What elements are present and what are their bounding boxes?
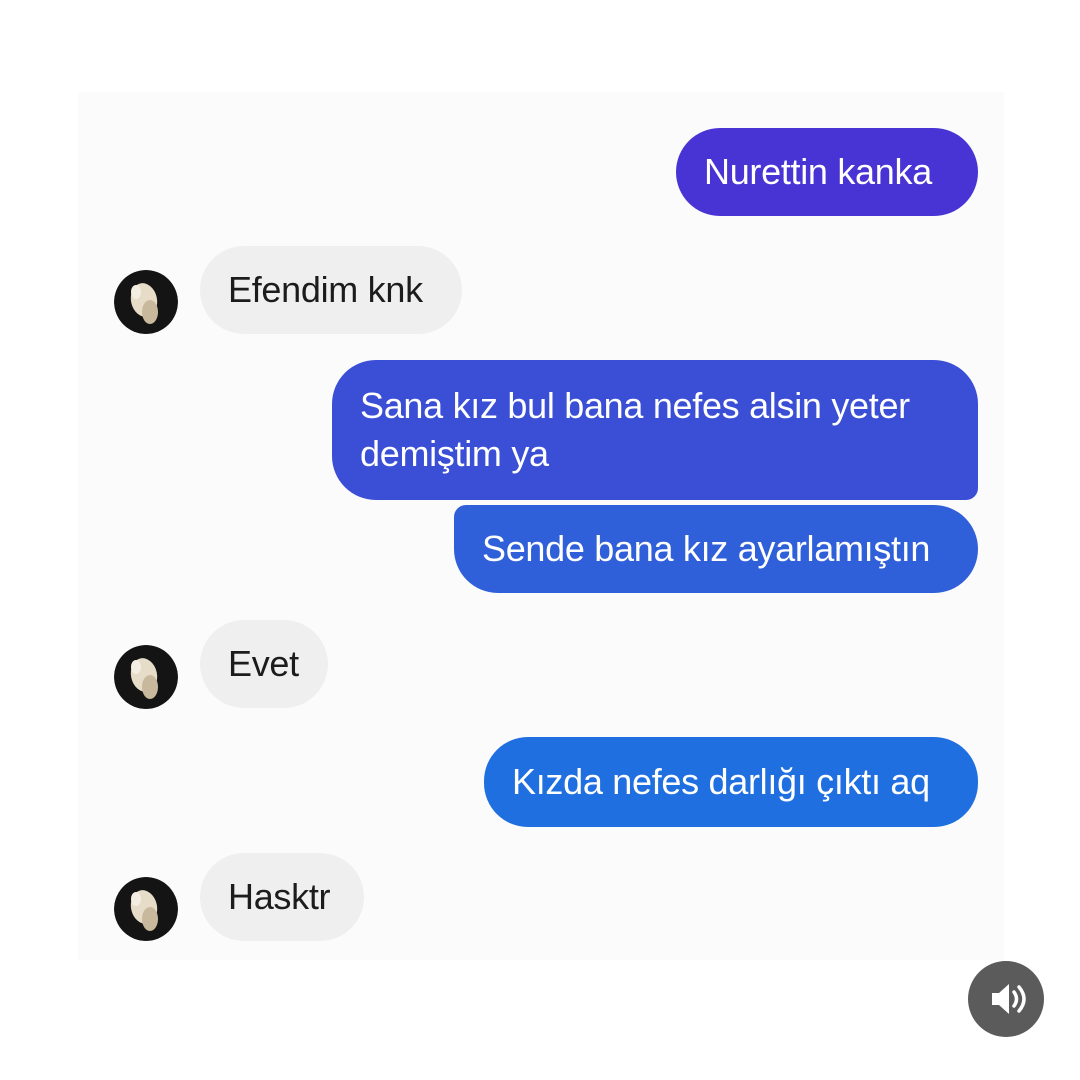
- avatar-image: [114, 877, 178, 941]
- message-text: Kızda nefes darlığı çıktı aq: [512, 761, 930, 802]
- sent-message-bubble[interactable]: Kızda nefes darlığı çıktı aq: [484, 737, 978, 827]
- message-text: Nurettin kanka: [704, 151, 932, 192]
- contact-avatar[interactable]: [114, 877, 178, 941]
- received-message-bubble[interactable]: Evet: [200, 620, 328, 708]
- contact-avatar[interactable]: [114, 270, 178, 334]
- message-text: Evet: [228, 643, 299, 684]
- avatar-image: [114, 270, 178, 334]
- sent-message-bubble[interactable]: Nurettin kanka: [676, 128, 978, 216]
- message-text-line-2: demiştim ya: [360, 433, 549, 474]
- message-text: Efendim knk: [228, 269, 423, 310]
- sound-toggle-button[interactable]: [968, 961, 1044, 1037]
- message-text: Hasktr: [228, 876, 331, 917]
- screenshot-page: Nurettin kanka Efendim knk Sana kız bul …: [0, 0, 1080, 1080]
- sent-message-bubble[interactable]: Sende bana kız ayarlamıştın: [454, 505, 978, 593]
- sent-message-bubble[interactable]: Sana kız bul bana nefes alsin yeter demi…: [332, 360, 978, 500]
- message-text: Sende bana kız ayarlamıştın: [482, 528, 931, 569]
- received-message-bubble[interactable]: Hasktr: [200, 853, 364, 941]
- message-text-line-1: Sana kız bul bana nefes alsin yeter: [360, 385, 910, 426]
- contact-avatar[interactable]: [114, 645, 178, 709]
- received-message-bubble[interactable]: Efendim knk: [200, 246, 462, 334]
- avatar-image: [114, 645, 178, 709]
- speaker-volume-icon: [992, 984, 1026, 1014]
